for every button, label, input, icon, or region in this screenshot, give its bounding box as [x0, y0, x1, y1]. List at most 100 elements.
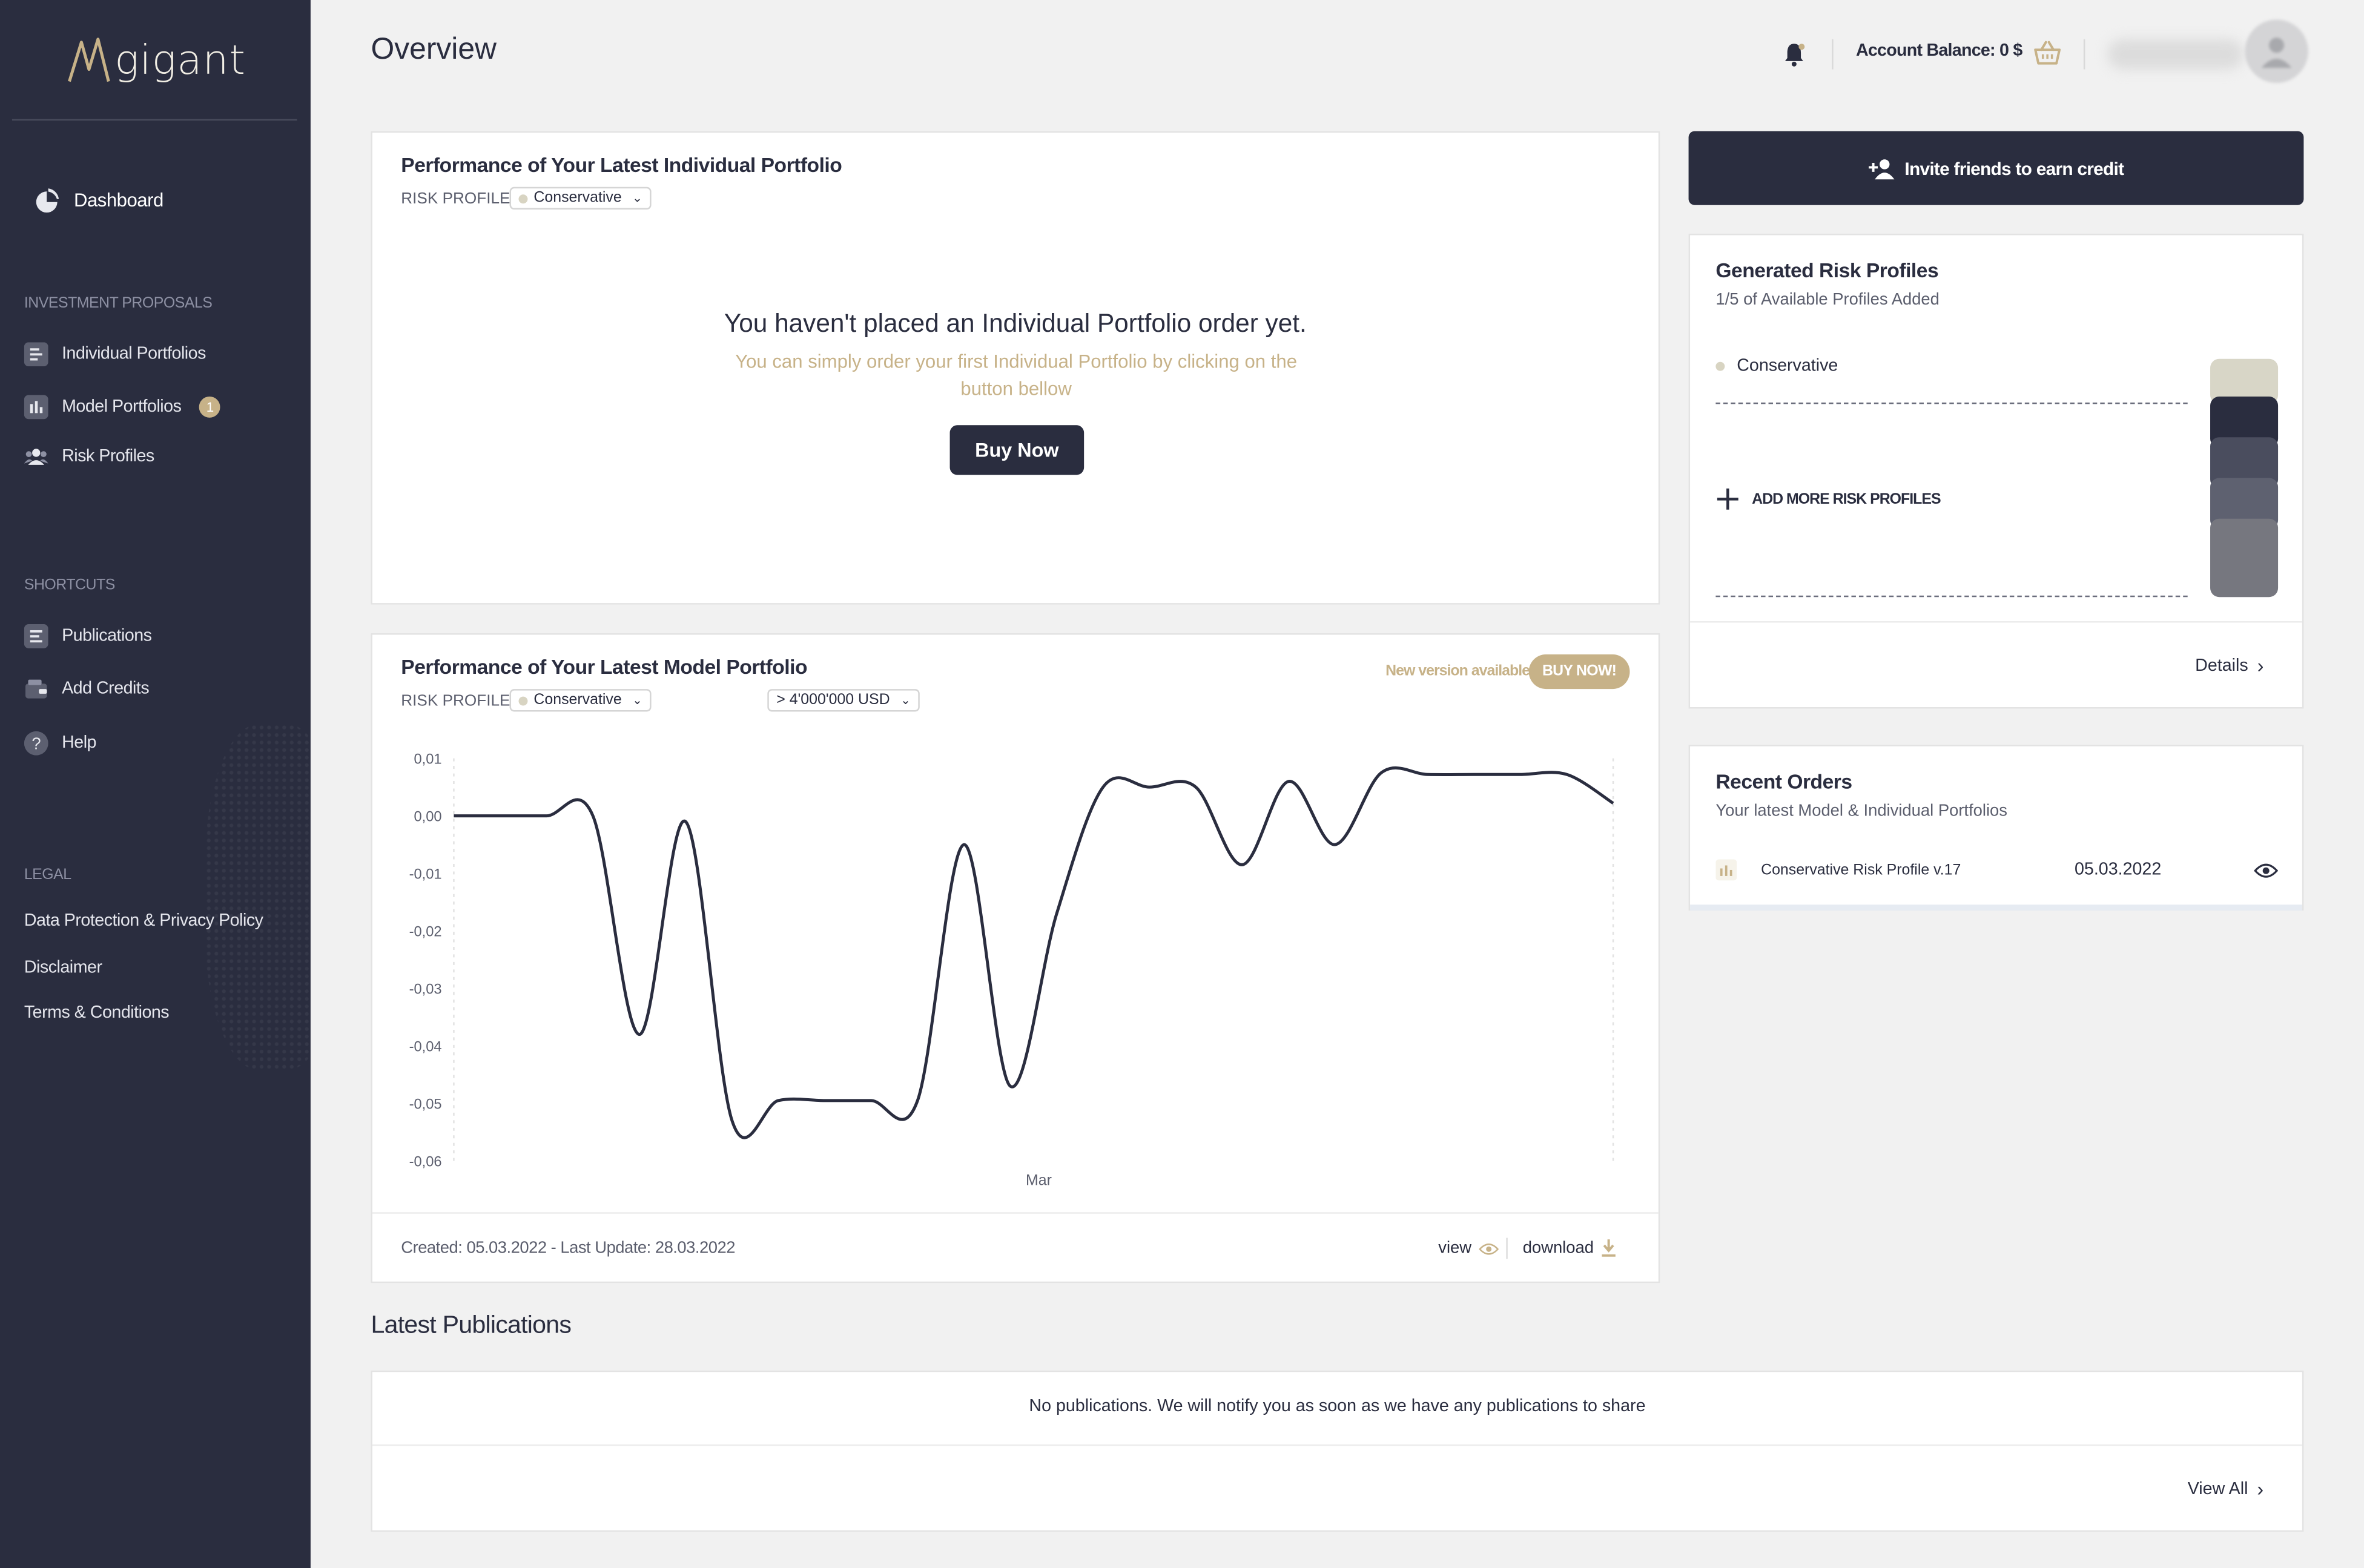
svg-text:?: ?	[31, 734, 41, 753]
risk-profile-select[interactable]: Conservative ⌄	[509, 186, 652, 210]
y-tick-label: -0,02	[409, 924, 442, 940]
y-tick-label: -0,06	[409, 1154, 442, 1170]
publications-heading: Latest Publications	[371, 1311, 572, 1339]
scroll-indicator[interactable]	[1690, 904, 2302, 911]
status-dot	[518, 194, 528, 203]
card-title: Generated Risk Profiles	[1715, 259, 1939, 282]
sidebar-divider	[12, 119, 297, 121]
y-tick-label: 0,00	[414, 809, 442, 825]
view-all-label: View All	[2187, 1480, 2248, 1498]
view-link[interactable]: view	[1438, 1239, 1499, 1257]
invite-friends-button[interactable]: Invite friends to earn credit	[1688, 131, 2304, 205]
brand-name: gigant	[114, 37, 246, 84]
user-icon	[2261, 38, 2292, 68]
empty-state-title: You haven't placed an Individual Portfol…	[724, 309, 1307, 338]
chevron-right-icon: ›	[2257, 1477, 2264, 1500]
legal-link-privacy[interactable]: Data Protection & Privacy Policy	[24, 912, 263, 931]
table-row[interactable]: Conservative Risk Profile v.17 05.03.202…	[1715, 858, 2279, 882]
sidebar-decoration	[205, 723, 311, 1071]
add-more-label: ADD MORE RISK PROFILES	[1752, 490, 1941, 508]
sidebar-item-add-credits[interactable]: Add Credits	[24, 677, 150, 701]
chevron-down-icon: ⌄	[632, 191, 642, 205]
dashed-divider	[1715, 595, 2188, 598]
x-tick-label: Mar	[1026, 1171, 1052, 1188]
help-icon: ?	[24, 731, 48, 756]
individual-portfolio-card: Performance of Your Latest Individual Po…	[371, 131, 1660, 605]
buy-now-button[interactable]: Buy Now	[949, 425, 1085, 475]
section-investment-proposals: INVESTMENT PROPOSALS	[24, 295, 213, 312]
select-value: Conservative	[533, 189, 622, 207]
basket-icon[interactable]	[2032, 39, 2062, 67]
order-date: 05.03.2022	[2074, 861, 2162, 879]
card-title: Recent Orders	[1715, 770, 1852, 793]
invite-label: Invite friends to earn credit	[1904, 157, 2124, 179]
download-link[interactable]: download	[1523, 1239, 1617, 1257]
add-more-risk-profiles-button[interactable]: ADD MORE RISK PROFILES	[1715, 487, 1941, 511]
document-icon	[24, 624, 48, 648]
y-tick-label: -0,05	[409, 1096, 442, 1112]
legal-link-disclaimer[interactable]: Disclaimer	[24, 959, 102, 977]
details-label: Details	[2195, 656, 2248, 675]
sidebar-item-help[interactable]: ? Help	[24, 731, 96, 756]
card-title: Performance of Your Latest Individual Po…	[401, 154, 842, 177]
sidebar-item-dashboard[interactable]: Dashboard	[33, 187, 163, 214]
user-name-blurred[interactable]	[2107, 39, 2243, 70]
logo-mark-icon	[68, 38, 110, 82]
sidebar-item-label: Model Portfolios	[62, 398, 182, 417]
y-tick-label: -0,01	[409, 866, 442, 882]
order-name: Conservative Risk Profile v.17	[1761, 861, 1961, 878]
publications-empty-message: No publications. We will notify you as s…	[1029, 1397, 1646, 1416]
avatar[interactable]	[2245, 19, 2308, 83]
list-icon	[24, 342, 48, 367]
sidebar-item-label: Risk Profiles	[62, 447, 154, 466]
bar-chart-icon	[24, 395, 48, 420]
page-title: Overview	[371, 33, 497, 67]
publications-card: No publications. We will notify you as s…	[371, 1370, 2304, 1532]
pie-chart-icon	[33, 187, 61, 214]
download-icon	[1602, 1239, 1616, 1257]
created-updated-meta: Created: 05.03.2022 - Last Update: 28.03…	[401, 1239, 735, 1257]
eye-icon	[1479, 1242, 1499, 1254]
risk-slot	[2210, 518, 2279, 598]
sidebar-item-risk-profiles[interactable]: Risk Profiles	[24, 445, 154, 469]
download-label: download	[1522, 1239, 1594, 1257]
sidebar: gigant Dashboard INVESTMENT PROPOSALS In…	[0, 0, 311, 1568]
bar-chart-icon	[1715, 859, 1737, 881]
account-balance: Account Balance: 0 $	[1855, 42, 2022, 61]
footer-separator	[1506, 1237, 1508, 1259]
bell-icon[interactable]	[1780, 41, 1808, 68]
wallet-icon	[24, 677, 48, 701]
sidebar-item-label: Dashboard	[74, 189, 163, 211]
details-link[interactable]: Details ›	[2195, 654, 2263, 677]
sidebar-item-publications[interactable]: Publications	[24, 624, 152, 648]
status-dot	[1715, 361, 1725, 371]
add-user-icon	[1869, 158, 1895, 179]
app-root: gigant Dashboard INVESTMENT PROPOSALS In…	[0, 0, 2364, 1568]
sidebar-item-model-portfolios[interactable]: Model Portfolios 1	[24, 395, 221, 420]
y-tick-label: -0,04	[409, 1039, 442, 1055]
risk-profile-label: RISK PROFILE	[401, 189, 510, 208]
risk-profile-name: Conservative	[1737, 357, 1838, 376]
series-line	[454, 766, 1614, 1139]
brand-logo[interactable]: gigant	[67, 27, 246, 94]
sidebar-item-individual-portfolios[interactable]: Individual Portfolios	[24, 342, 206, 367]
card-footer-divider	[1690, 621, 2302, 623]
empty-state-subtitle: You can simply order your first Individu…	[735, 351, 1298, 400]
eye-icon[interactable]	[2254, 861, 2279, 878]
plus-icon	[1717, 488, 1738, 510]
risk-profile-entry[interactable]: Conservative	[1715, 357, 1838, 375]
y-tick-label: 0,01	[414, 751, 442, 767]
view-label: view	[1438, 1239, 1472, 1257]
y-tick-label: -0,03	[409, 981, 442, 997]
sidebar-item-label: Help	[62, 734, 96, 753]
view-all-link[interactable]: View All ›	[2188, 1478, 2264, 1500]
users-icon	[24, 445, 48, 469]
legal-link-terms[interactable]: Terms & Conditions	[24, 1004, 170, 1023]
card-subtitle: 1/5 of Available Profiles Added	[1715, 291, 1940, 309]
section-shortcuts: SHORTCUTS	[24, 577, 116, 595]
card-subtitle: Your latest Model & Individual Portfolio…	[1715, 802, 2008, 820]
card-footer-divider	[372, 1212, 1659, 1214]
chart-svg: 0,01 0,00 -0,01 -0,02 -0,03 -0,04 -0,05 -0,06 Ma…	[409, 751, 1614, 1188]
model-portfolio-card: Performance of Your Latest Model Portfol…	[371, 633, 1660, 1283]
notification-badge: 1	[199, 396, 221, 418]
